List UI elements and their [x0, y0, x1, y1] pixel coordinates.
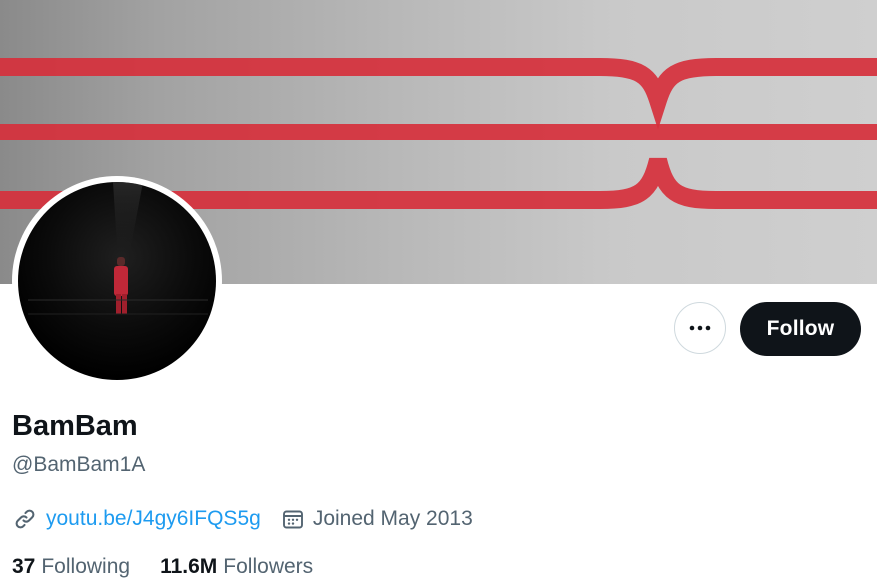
following-link[interactable]: 37 Following	[12, 555, 130, 579]
followers-link[interactable]: 11.6M Followers	[160, 555, 313, 579]
followers-label: Followers	[223, 555, 314, 578]
user-handle: @BamBam1A	[12, 453, 146, 476]
profile-meta: youtu.be/J4gy6IFQS5g Joined May 2013	[12, 505, 473, 533]
avatar-photo	[28, 182, 208, 315]
follow-stats: 37 Following 11.6M Followers	[12, 553, 313, 581]
link-icon	[15, 509, 35, 529]
following-count: 37	[12, 555, 36, 578]
following-label: Following	[41, 555, 131, 578]
follow-button[interactable]: Follow	[740, 302, 861, 356]
follow-button-label: Follow	[766, 317, 835, 340]
avatar[interactable]	[18, 182, 216, 380]
followers-count: 11.6M	[160, 555, 218, 578]
display-name: BamBam	[12, 410, 138, 442]
website-link[interactable]: youtu.be/J4gy6IFQS5g	[46, 507, 261, 531]
more-horizontal-icon	[689, 325, 711, 331]
calendar-icon	[282, 510, 303, 529]
join-date: Joined May 2013	[312, 507, 473, 530]
more-options-button[interactable]	[674, 302, 726, 354]
